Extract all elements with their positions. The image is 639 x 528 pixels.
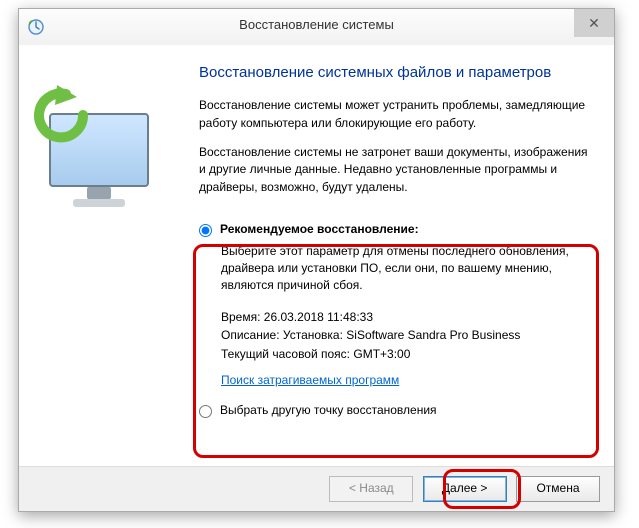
- option-choose-other[interactable]: Выбрать другую точку восстановления: [199, 403, 596, 418]
- intro-paragraph-1: Восстановление системы может устранить п…: [199, 97, 596, 132]
- dialog-footer: < Назад Далее > Отмена: [19, 466, 614, 511]
- intro-paragraph-2: Восстановление системы не затронет ваши …: [199, 144, 596, 196]
- radio-other[interactable]: [199, 405, 212, 418]
- recommended-description: Выберите этот параметр для отмены послед…: [221, 243, 596, 293]
- radio-recommended-label: Рекомендуемое восстановление:: [220, 222, 419, 236]
- close-icon: ✕: [588, 15, 600, 31]
- back-button: < Назад: [329, 476, 413, 502]
- restore-timezone: Текущий часовой пояс: GMT+3:00: [221, 345, 596, 364]
- radio-other-label: Выбрать другую точку восстановления: [220, 403, 437, 417]
- wizard-graphic: [29, 81, 189, 211]
- restore-description: Описание: Установка: SiSoftware Sandra P…: [221, 326, 596, 345]
- option-recommended[interactable]: Рекомендуемое восстановление:: [199, 222, 596, 237]
- screenshot-root: Восстановление системы ✕ Восстановление …: [0, 0, 639, 528]
- radio-recommended[interactable]: [199, 224, 212, 237]
- window-title: Восстановление системы: [19, 17, 614, 32]
- page-heading: Восстановление системных файлов и параме…: [199, 63, 596, 83]
- next-button[interactable]: Далее >: [423, 476, 507, 502]
- restore-arrow-icon: [33, 85, 93, 145]
- close-button[interactable]: ✕: [574, 9, 614, 37]
- content-area: Восстановление системных файлов и параме…: [199, 63, 596, 457]
- dialog-body: Восстановление системных файлов и параме…: [19, 45, 614, 467]
- cancel-button[interactable]: Отмена: [516, 476, 600, 502]
- dialog-window: Восстановление системы ✕ Восстановление …: [18, 8, 615, 512]
- titlebar: Восстановление системы ✕: [19, 9, 614, 46]
- affected-programs-link[interactable]: Поиск затрагиваемых программ: [221, 373, 399, 387]
- restore-time: Время: 26.03.2018 11:48:33: [221, 308, 596, 327]
